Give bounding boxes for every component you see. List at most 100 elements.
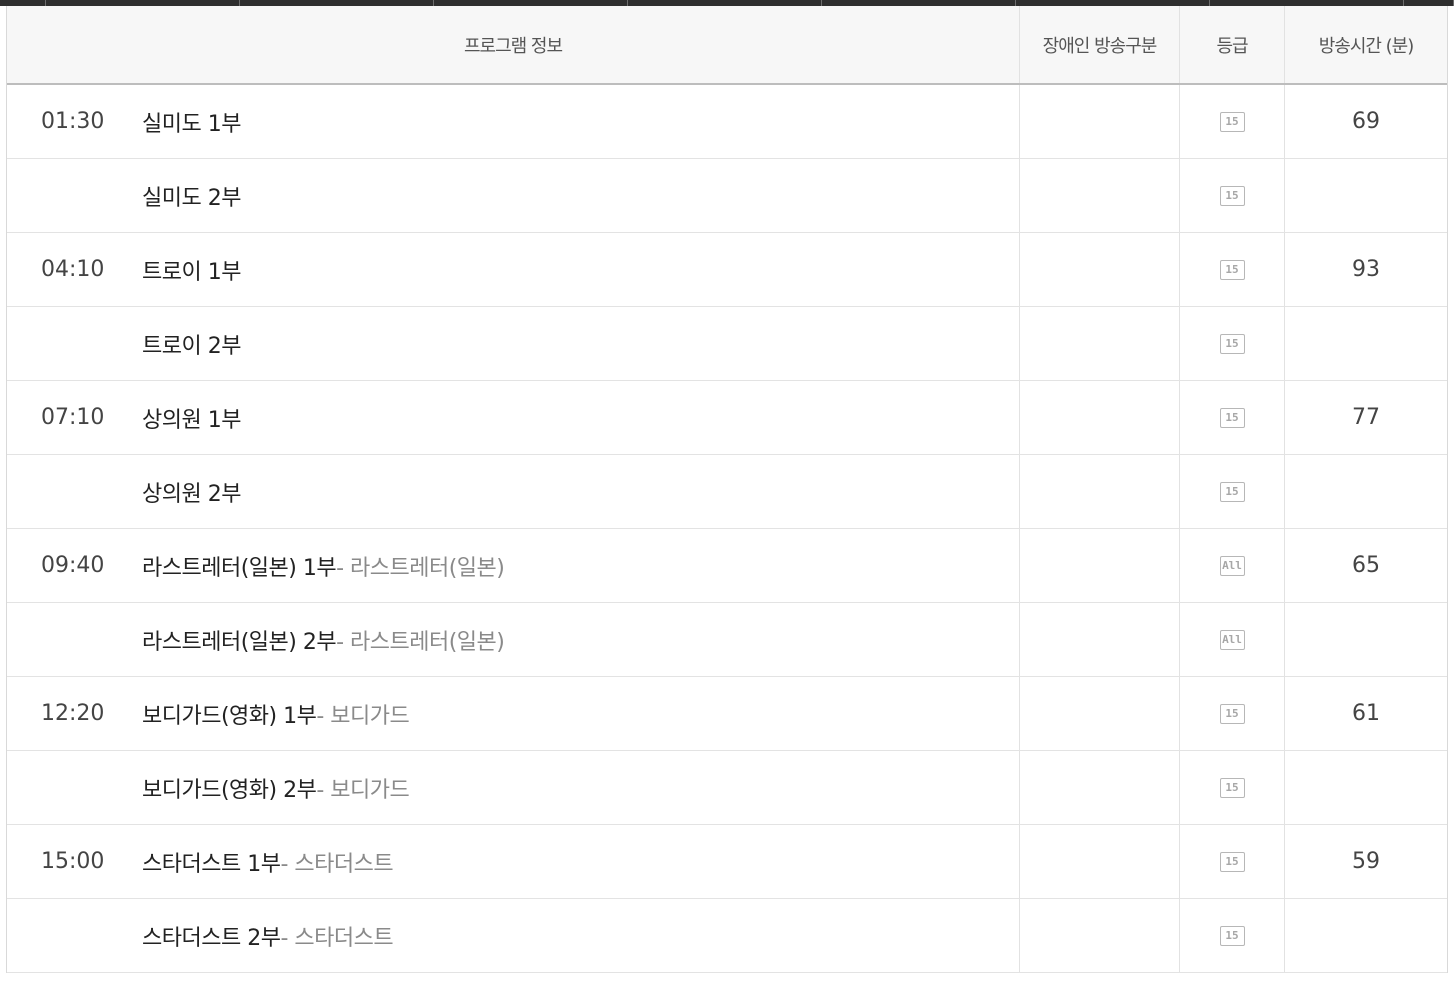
- rating-all-icon: All: [1219, 555, 1245, 576]
- duration-cell: 65: [1284, 529, 1447, 602]
- table-row: 스타더스트 2부 - 스타더스트 15: [7, 899, 1447, 973]
- broadcast-time: 15:00: [41, 849, 105, 874]
- grade-cell: 15: [1179, 677, 1284, 750]
- broadcast-time: 07:10: [41, 405, 105, 430]
- program-subtitle: - 보디가드: [316, 703, 410, 729]
- table-row: 07:10 상의원 1부 15 77: [7, 381, 1447, 455]
- table-row: 보디가드(영화) 2부 - 보디가드 15: [7, 751, 1447, 825]
- program-title[interactable]: 스타더스트 2부: [142, 920, 281, 952]
- duration-cell: [1284, 307, 1447, 380]
- program-info-cell: 스타더스트 2부 - 스타더스트: [7, 899, 1019, 972]
- program-subtitle: - 스타더스트: [280, 925, 394, 951]
- rating-all-icon: All: [1219, 629, 1245, 650]
- broadcast-time: 09:40: [41, 553, 105, 578]
- table-row: 15:00 스타더스트 1부 - 스타더스트 15 59: [7, 825, 1447, 899]
- accessibility-cell: [1019, 677, 1179, 750]
- table-row: 상의원 2부 15: [7, 455, 1447, 529]
- duration-cell: 61: [1284, 677, 1447, 750]
- program-info-cell: 15:00 스타더스트 1부 - 스타더스트: [7, 825, 1019, 898]
- rating-15-icon: 15: [1219, 111, 1245, 132]
- grade-cell: 15: [1179, 825, 1284, 898]
- header-duration: 방송시간 (분): [1284, 6, 1447, 83]
- program-subtitle: - 스타더스트: [280, 851, 394, 877]
- accessibility-cell: [1019, 85, 1179, 158]
- program-info-cell: 실미도 2부: [7, 159, 1019, 232]
- table-header: 프로그램 정보 장애인 방송구분 등급 방송시간 (분): [7, 6, 1447, 85]
- program-title[interactable]: 실미도 2부: [142, 180, 241, 212]
- broadcast-time: 04:10: [41, 257, 105, 282]
- accessibility-cell: [1019, 159, 1179, 232]
- broadcast-time: 01:30: [41, 109, 105, 134]
- duration-cell: [1284, 751, 1447, 824]
- duration-cell: 77: [1284, 381, 1447, 454]
- accessibility-cell: [1019, 899, 1179, 972]
- broadcast-time: 12:20: [41, 701, 105, 726]
- grade-cell: 15: [1179, 233, 1284, 306]
- program-title[interactable]: 실미도 1부: [142, 106, 241, 138]
- rating-15-icon: 15: [1219, 925, 1245, 946]
- program-title[interactable]: 라스트레터(일본) 2부: [142, 624, 337, 656]
- accessibility-cell: [1019, 825, 1179, 898]
- rating-15-icon: 15: [1219, 333, 1245, 354]
- duration-cell: 69: [1284, 85, 1447, 158]
- table-row: 01:30 실미도 1부 15 69: [7, 85, 1447, 159]
- program-info-cell: 상의원 2부: [7, 455, 1019, 528]
- table-row: 트로이 2부 15: [7, 307, 1447, 381]
- program-title[interactable]: 트로이 1부: [142, 254, 241, 286]
- table-row: 09:40 라스트레터(일본) 1부 - 라스트레터(일본) All 65: [7, 529, 1447, 603]
- program-subtitle: - 보디가드: [316, 777, 410, 803]
- program-title[interactable]: 스타더스트 1부: [142, 846, 281, 878]
- duration-cell: [1284, 455, 1447, 528]
- accessibility-cell: [1019, 529, 1179, 602]
- grade-cell: All: [1179, 603, 1284, 676]
- accessibility-cell: [1019, 381, 1179, 454]
- grade-cell: 15: [1179, 159, 1284, 232]
- program-info-cell: 라스트레터(일본) 2부 - 라스트레터(일본): [7, 603, 1019, 676]
- header-accessibility: 장애인 방송구분: [1019, 6, 1179, 83]
- program-title[interactable]: 상의원 2부: [142, 476, 241, 508]
- program-info-cell: 07:10 상의원 1부: [7, 381, 1019, 454]
- program-info-cell: 01:30 실미도 1부: [7, 85, 1019, 158]
- grade-cell: 15: [1179, 381, 1284, 454]
- rating-15-icon: 15: [1219, 481, 1245, 502]
- header-program-info: 프로그램 정보: [463, 35, 563, 57]
- program-title[interactable]: 보디가드(영화) 1부: [142, 698, 317, 730]
- accessibility-cell: [1019, 455, 1179, 528]
- program-subtitle: - 라스트레터(일본): [336, 555, 505, 581]
- rating-15-icon: 15: [1219, 703, 1245, 724]
- rating-15-icon: 15: [1219, 407, 1245, 428]
- accessibility-cell: [1019, 603, 1179, 676]
- rating-15-icon: 15: [1219, 851, 1245, 872]
- table-row: 12:20 보디가드(영화) 1부 - 보디가드 15 61: [7, 677, 1447, 751]
- rating-15-icon: 15: [1219, 259, 1245, 280]
- grade-cell: All: [1179, 529, 1284, 602]
- program-subtitle: - 라스트레터(일본): [336, 629, 505, 655]
- program-info-cell: 04:10 트로이 1부: [7, 233, 1019, 306]
- accessibility-cell: [1019, 751, 1179, 824]
- program-info-cell: 보디가드(영화) 2부 - 보디가드: [7, 751, 1019, 824]
- table-row: 실미도 2부 15: [7, 159, 1447, 233]
- duration-cell: 59: [1284, 825, 1447, 898]
- table-body: 01:30 실미도 1부 15 69 실미도 2부 15 04:10 트로이 1부 15 93 트로…: [7, 85, 1447, 973]
- accessibility-cell: [1019, 307, 1179, 380]
- grade-cell: 15: [1179, 751, 1284, 824]
- program-info-cell: 09:40 라스트레터(일본) 1부 - 라스트레터(일본): [7, 529, 1019, 602]
- program-title[interactable]: 상의원 1부: [142, 402, 241, 434]
- grade-cell: 15: [1179, 899, 1284, 972]
- duration-cell: [1284, 899, 1447, 972]
- program-title[interactable]: 보디가드(영화) 2부: [142, 772, 317, 804]
- program-info-cell: 트로이 2부: [7, 307, 1019, 380]
- grade-cell: 15: [1179, 455, 1284, 528]
- accessibility-cell: [1019, 233, 1179, 306]
- program-title[interactable]: 트로이 2부: [142, 328, 241, 360]
- duration-cell: [1284, 603, 1447, 676]
- program-title[interactable]: 라스트레터(일본) 1부: [142, 550, 337, 582]
- duration-cell: 93: [1284, 233, 1447, 306]
- rating-15-icon: 15: [1219, 185, 1245, 206]
- header-grade: 등급: [1179, 6, 1284, 83]
- rating-15-icon: 15: [1219, 777, 1245, 798]
- grade-cell: 15: [1179, 85, 1284, 158]
- table-row: 라스트레터(일본) 2부 - 라스트레터(일본) All: [7, 603, 1447, 677]
- grade-cell: 15: [1179, 307, 1284, 380]
- duration-cell: [1284, 159, 1447, 232]
